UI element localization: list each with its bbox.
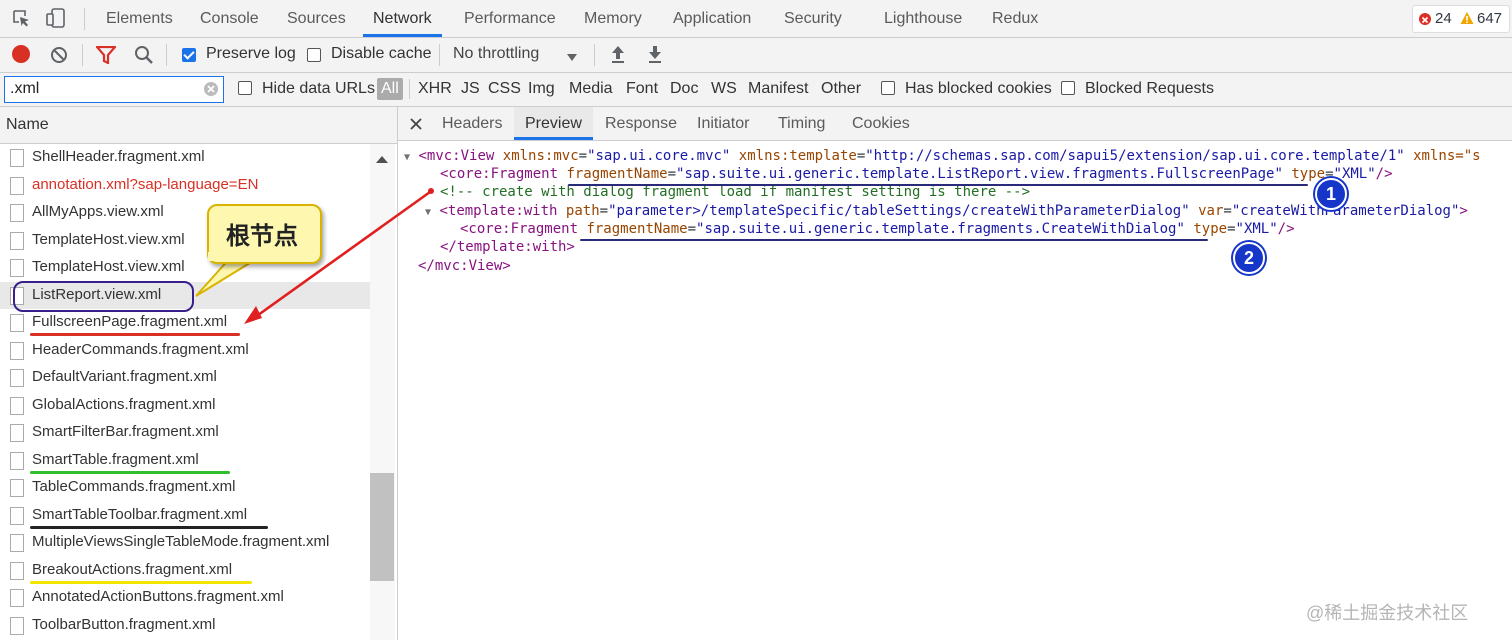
annotation-overlay xyxy=(195,188,434,324)
annotation-oval xyxy=(13,281,194,312)
annotation-callout-text: 根节点 xyxy=(226,222,298,250)
